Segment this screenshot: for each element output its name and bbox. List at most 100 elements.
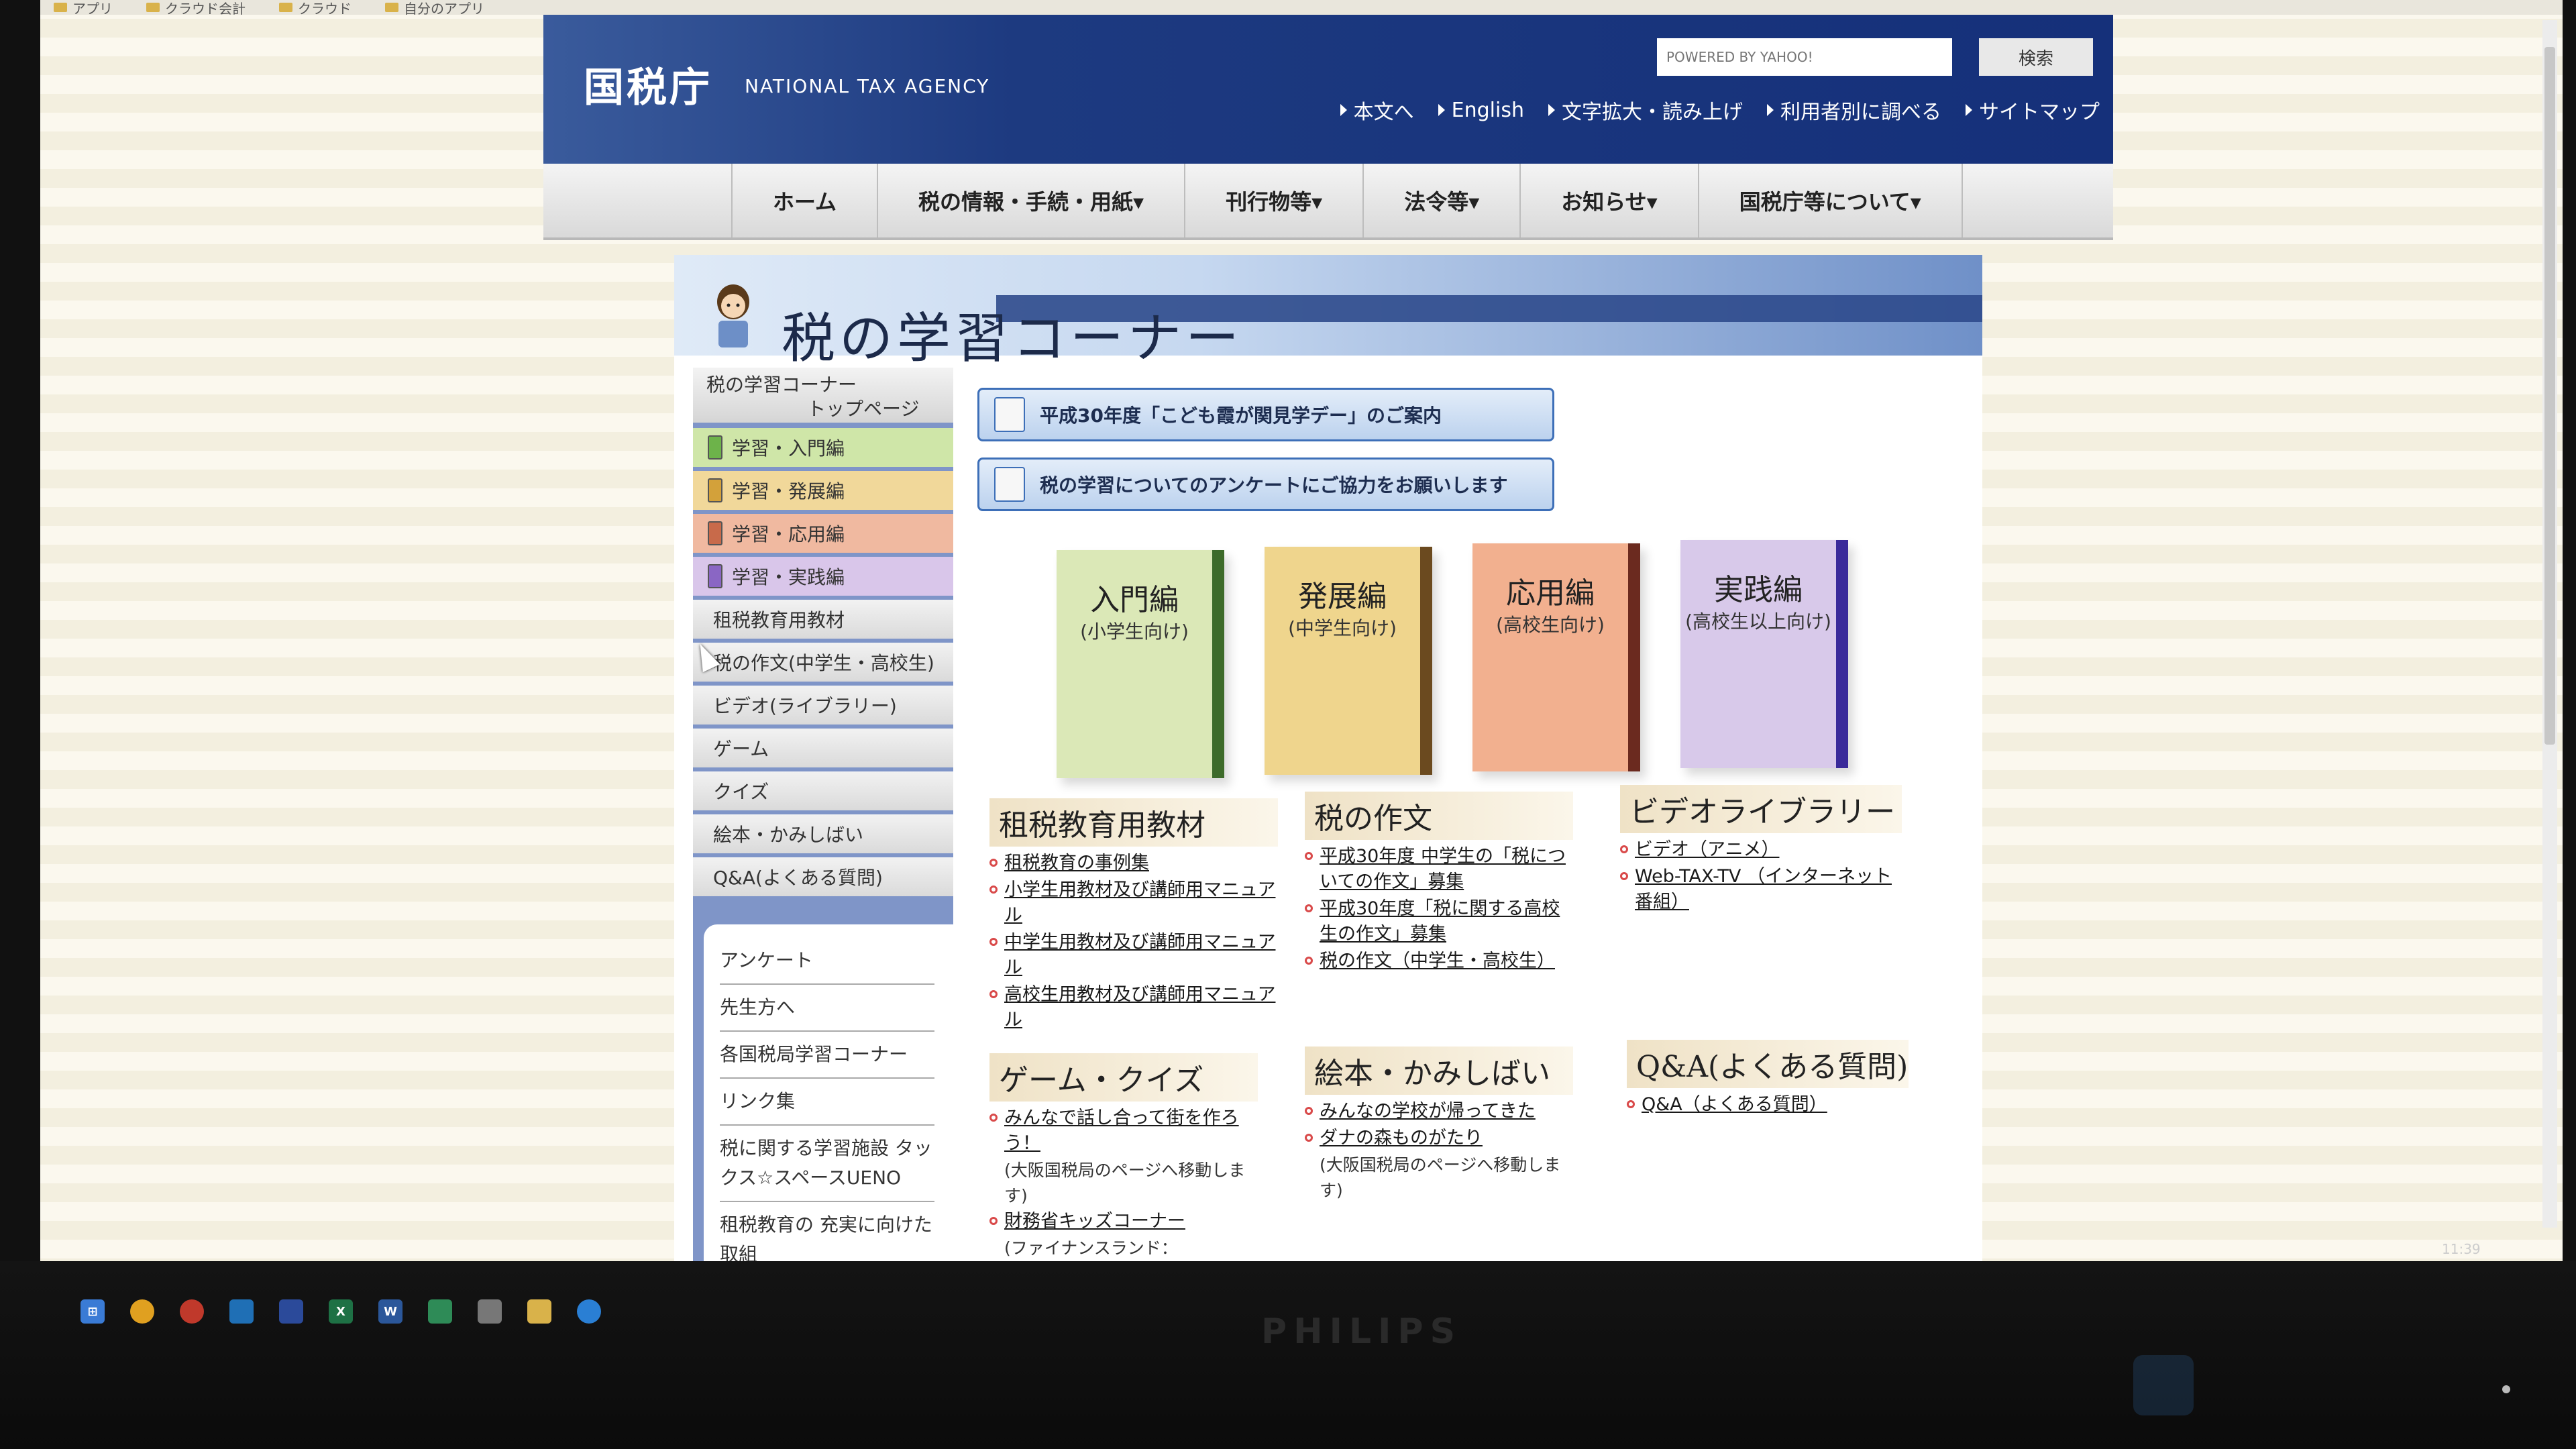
- side-nav: 税の学習コーナー トップページ 学習・入門編 学習・発展編 学習・応用編 学習・…: [693, 368, 953, 1261]
- app-icon[interactable]: [428, 1299, 452, 1324]
- announcement-kasumigaseki[interactable]: 平成30年度「こども霞が関見学デー」のご案内: [977, 388, 1554, 441]
- bullet-icon: [989, 885, 998, 894]
- app-icon[interactable]: [229, 1299, 254, 1324]
- book-subtitle: (小学生向け): [1080, 621, 1189, 643]
- link-web-tax-tv[interactable]: Web-TAX-TV （インターネット番組）: [1620, 864, 1902, 915]
- bullet-icon: [1305, 1134, 1313, 1142]
- sidenav-item-qa[interactable]: Q&A(よくある質問): [693, 857, 953, 896]
- sidenav-item-advanced[interactable]: 学習・応用編: [693, 514, 953, 553]
- triangle-right-icon: [1340, 104, 1347, 116]
- sidenav-item-beginner[interactable]: 学習・入門編: [693, 428, 953, 467]
- section-title: 租税教育用教材: [989, 798, 1278, 847]
- nav-home[interactable]: ホーム: [731, 164, 877, 237]
- sidenav-item-quiz[interactable]: クイズ: [693, 771, 953, 810]
- bookmark-folder[interactable]: クラウド会計: [146, 0, 246, 17]
- link-high-materials[interactable]: 高校生用教材及び講師用マニュアル: [989, 982, 1278, 1033]
- triangle-right-icon: [1548, 104, 1555, 116]
- link-case-studies[interactable]: 租税教育の事例集: [989, 851, 1278, 876]
- link-high-essay[interactable]: 平成30年度「税に関する高校生の作文」募集: [1305, 896, 1573, 947]
- app-icon[interactable]: [180, 1299, 204, 1324]
- mascot-icon: [717, 284, 749, 347]
- app-icon[interactable]: [279, 1299, 303, 1324]
- link-school-returned[interactable]: みんなの学校が帰ってきた: [1305, 1099, 1573, 1124]
- sidenav-item-video[interactable]: ビデオ(ライブラリー): [693, 686, 953, 724]
- sitemap-link[interactable]: サイトマップ: [1966, 95, 2100, 125]
- skip-to-content-link[interactable]: 本文へ: [1340, 95, 1414, 125]
- sidenav-item-picturebook[interactable]: 絵本・かみしばい: [693, 814, 953, 853]
- bullet-icon: [1620, 845, 1628, 853]
- bookmarks-bar: アプリ クラウド会計 クラウド 自分のアプリ: [40, 0, 2563, 17]
- sidenav-item-materials[interactable]: 租税教育用教材: [693, 600, 953, 639]
- announcement-survey[interactable]: 税の学習についてのアンケートにご協力をお願いします: [977, 458, 1554, 511]
- nav-laws[interactable]: 法令等▾: [1362, 164, 1519, 237]
- apps-icon: [54, 3, 67, 12]
- section-title: 絵本・かみしばい: [1305, 1046, 1573, 1095]
- nav-tax-info[interactable]: 税の情報・手続・用紙▾: [877, 164, 1184, 237]
- link-qa[interactable]: Q&A（よくある質問）: [1627, 1092, 1909, 1118]
- book-advanced[interactable]: 応用編 (高校生向け): [1472, 543, 1640, 771]
- link-essay-works[interactable]: 税の作文（中学生・高校生）: [1305, 949, 1573, 974]
- bookmark-folder[interactable]: クラウド: [279, 0, 352, 17]
- by-user-link[interactable]: 利用者別に調べる: [1767, 95, 1941, 125]
- link-dana-forest[interactable]: ダナの森ものがたり: [1305, 1126, 1573, 1151]
- book-spine: [1836, 540, 1848, 768]
- nav-publications[interactable]: 刊行物等▾: [1184, 164, 1362, 237]
- link-junior-materials[interactable]: 中学生用教材及び講師用マニュアル: [989, 930, 1278, 981]
- sidenav-item-intermediate[interactable]: 学習・発展編: [693, 471, 953, 510]
- section-game-quiz: ゲーム・クイズ みんなで話し合って街を作ろう！ (大阪国税局のページへ移動します…: [989, 1053, 1258, 1261]
- taskbar: ⊞ X W: [40, 1288, 2509, 1335]
- link-junior-essay[interactable]: 平成30年度 中学生の「税についての作文」募集: [1305, 844, 1573, 895]
- text-size-link[interactable]: 文字拡大・読み上げ: [1548, 95, 1743, 125]
- sidenav-efforts[interactable]: 租税教育の 充実に向けた取組: [720, 1202, 934, 1261]
- page-scrollbar[interactable]: [2542, 20, 2557, 1228]
- link-kids-corner[interactable]: 財務省キッズコーナー: [989, 1209, 1258, 1234]
- app-icon[interactable]: [577, 1299, 601, 1324]
- section-title: ビデオライブラリー: [1620, 785, 1902, 833]
- sidenav-item-game[interactable]: ゲーム: [693, 729, 953, 767]
- sidenav-top-link[interactable]: 税の学習コーナー トップページ: [693, 368, 953, 423]
- link-video-anime[interactable]: ビデオ（アニメ）: [1620, 837, 1902, 863]
- sidenav-regional[interactable]: 各国税局学習コーナー: [720, 1032, 934, 1079]
- link-elementary-materials[interactable]: 小学生用教材及び講師用マニュアル: [989, 877, 1278, 928]
- section-title: Q&A(よくある質問): [1627, 1040, 1909, 1088]
- english-link[interactable]: English: [1438, 95, 1524, 125]
- word-icon[interactable]: W: [378, 1299, 402, 1324]
- search-button[interactable]: 検索: [1979, 38, 2093, 76]
- book-beginner[interactable]: 入門編 (小学生向け): [1057, 550, 1224, 778]
- section-qa: Q&A(よくある質問) Q&A（よくある質問）: [1627, 1040, 1909, 1119]
- sidenav-item-practical[interactable]: 学習・実践編: [693, 557, 953, 596]
- book-practical[interactable]: 実践編 (高校生以上向け): [1680, 540, 1848, 768]
- book-icon: [708, 435, 722, 460]
- app-icon[interactable]: [478, 1299, 502, 1324]
- nav-about[interactable]: 国税庁等について▾: [1697, 164, 1963, 237]
- book-title: 実践編: [1714, 573, 1803, 607]
- taskbar-clock[interactable]: 11:39: [2442, 1241, 2481, 1257]
- sidenav-item-essay[interactable]: 税の作文(中学生・高校生): [693, 643, 953, 682]
- site-logo[interactable]: 国税庁: [584, 55, 712, 113]
- book-icon: [708, 478, 722, 502]
- scrollbar-thumb[interactable]: [2544, 47, 2555, 745]
- windows-start-icon[interactable]: ⊞: [80, 1299, 105, 1324]
- triangle-right-icon: [1966, 104, 1972, 116]
- monitor-logo-icon: [2133, 1355, 2194, 1415]
- bullet-icon: [1305, 852, 1313, 860]
- folder-icon: [146, 3, 160, 12]
- sidenav-links[interactable]: リンク集: [720, 1079, 934, 1126]
- excel-icon[interactable]: X: [329, 1299, 353, 1324]
- book-intermediate[interactable]: 発展編 (中学生向け): [1265, 547, 1432, 775]
- bookmark-apps[interactable]: アプリ: [54, 0, 113, 17]
- bullet-icon: [989, 938, 998, 946]
- search-input[interactable]: [1657, 38, 1952, 76]
- learning-corner-panel: 税の学習コーナー 税の学習コーナー トップページ 学習・入門編 学習・発展編 学…: [674, 255, 1982, 1261]
- link-town-game[interactable]: みんなで話し合って街を作ろう！: [989, 1106, 1258, 1157]
- link-note: (ファイナンスランド：: [1004, 1238, 1178, 1258]
- sidenav-facility[interactable]: 税に関する学習施設 タックス☆スペースUENO: [720, 1126, 934, 1202]
- nav-news[interactable]: お知らせ▾: [1519, 164, 1697, 237]
- book-icon: [708, 564, 722, 588]
- bullet-icon: [989, 990, 998, 998]
- chrome-icon[interactable]: [130, 1299, 154, 1324]
- bookmark-folder[interactable]: 自分のアプリ: [385, 0, 484, 17]
- file-explorer-icon[interactable]: [527, 1299, 551, 1324]
- sidenav-survey[interactable]: アンケート: [720, 938, 934, 985]
- sidenav-teachers[interactable]: 先生方へ: [720, 985, 934, 1032]
